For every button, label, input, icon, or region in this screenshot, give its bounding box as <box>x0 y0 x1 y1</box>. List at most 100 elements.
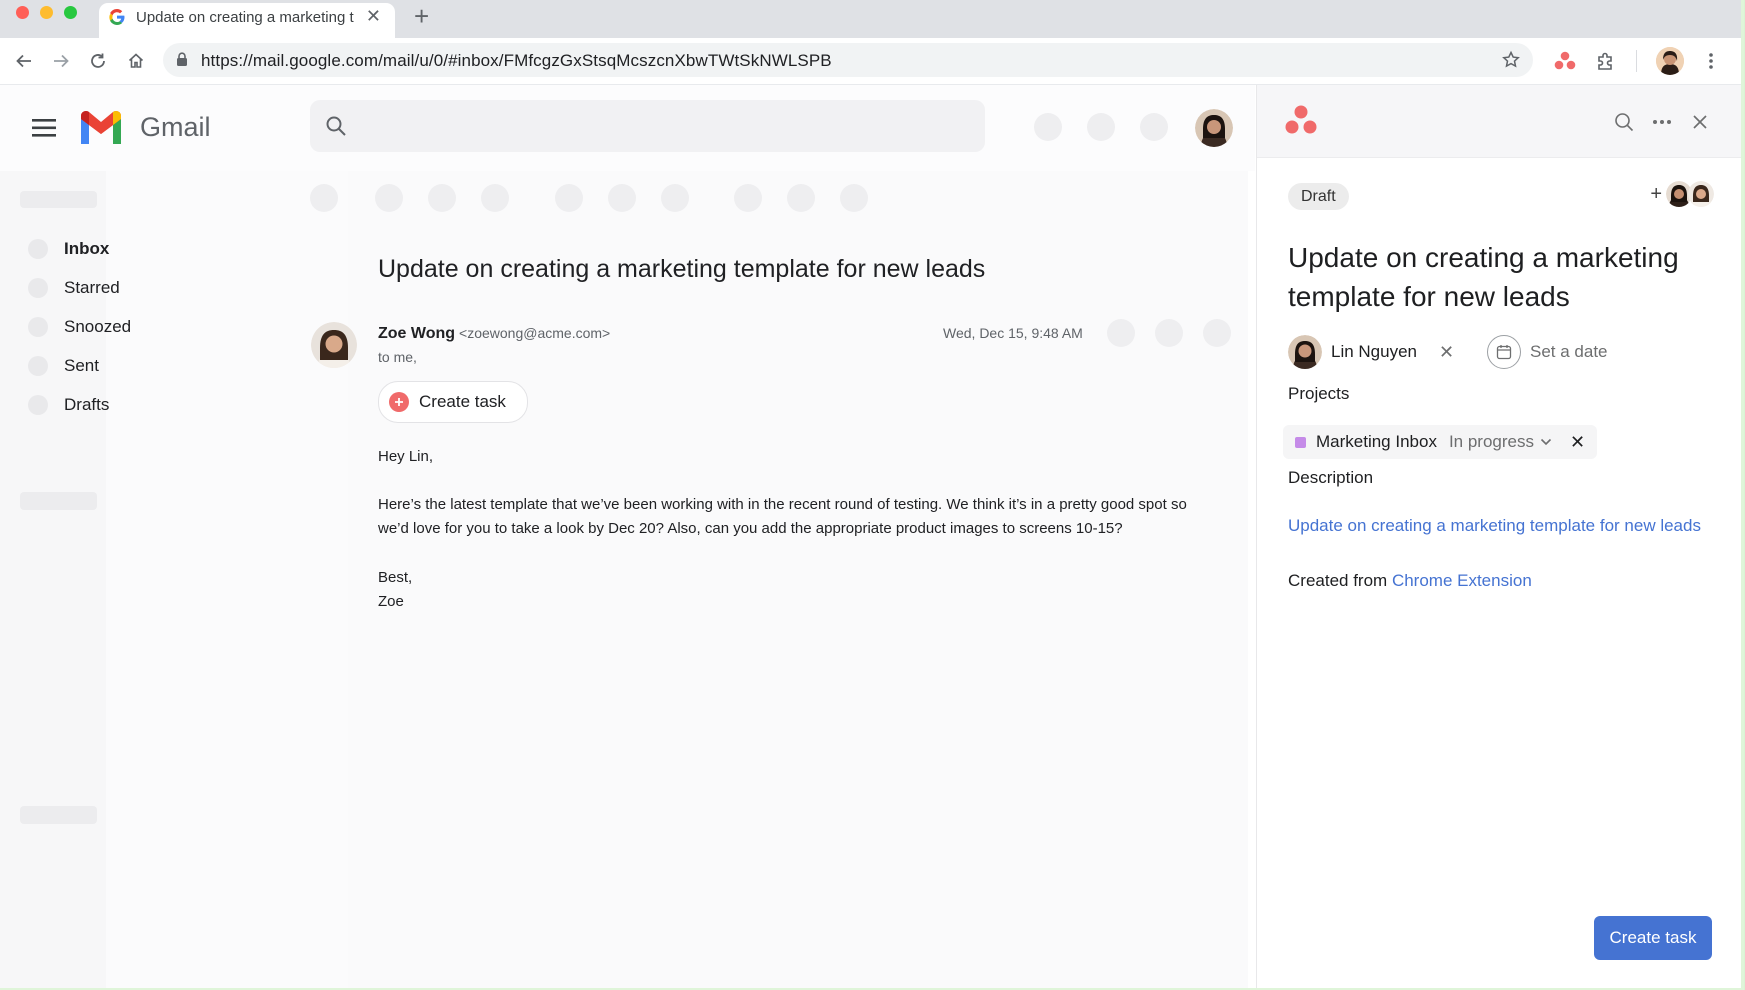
projects-label: Projects <box>1288 384 1350 403</box>
status-badge: Draft <box>1288 183 1349 210</box>
google-icon <box>109 9 125 25</box>
asana-logo-icon <box>1285 105 1317 134</box>
remove-assignee-icon[interactable]: ✕ <box>1439 342 1454 363</box>
sidebar-item-drafts[interactable]: Drafts <box>28 393 109 417</box>
email-subject: Update on creating a marketing template … <box>378 255 986 283</box>
draft-icon <box>28 395 48 415</box>
description-label: Description <box>1288 468 1374 487</box>
gmail-gutter <box>106 85 348 988</box>
search-icon[interactable] <box>1612 110 1636 134</box>
close-window-button[interactable] <box>16 6 29 19</box>
extensions-puzzle-icon[interactable] <box>1594 49 1618 73</box>
profile-avatar[interactable] <box>1656 47 1684 75</box>
sidebar-item-sent[interactable]: Sent <box>28 354 99 378</box>
compose-placeholder[interactable] <box>20 191 97 208</box>
browser-menu-icon[interactable] <box>1699 49 1723 73</box>
browser-tab[interactable]: Update on creating a marketing t ✕ <box>99 3 395 38</box>
sidebar-section-placeholder <box>20 806 97 824</box>
gmail-logo-icon <box>81 111 121 144</box>
add-collaborator-icon[interactable]: + <box>1650 183 1662 206</box>
toolbar-placeholder-icon[interactable] <box>608 184 636 212</box>
email-greeting: Hey Lin, <box>378 448 434 465</box>
sidebar-item-snoozed[interactable]: Snoozed <box>28 315 131 339</box>
minimize-window-button[interactable] <box>40 6 53 19</box>
forward-icon[interactable] <box>49 49 73 73</box>
toolbar-placeholder-icon[interactable] <box>555 184 583 212</box>
sidebar-item-label: Snoozed <box>64 317 132 336</box>
sidebar-item-starred[interactable]: Starred <box>28 276 120 300</box>
toolbar-placeholder-icon[interactable] <box>787 184 815 212</box>
message-action-icon[interactable] <box>1155 319 1183 347</box>
gmail-wordmark: Gmail <box>140 112 211 142</box>
close-icon[interactable] <box>1688 110 1712 134</box>
collaborator-avatar <box>1688 181 1714 207</box>
inbox-icon <box>28 239 48 259</box>
toolbar-placeholder-icon[interactable] <box>840 184 868 212</box>
message-action-icon[interactable] <box>1107 319 1135 347</box>
search-icon[interactable] <box>325 115 347 137</box>
url-text: https://mail.google.com/mail/u/0/#inbox/… <box>201 51 832 70</box>
toolbar-placeholder-icon[interactable] <box>734 184 762 212</box>
message-action-icon[interactable] <box>1203 319 1231 347</box>
project-status-select[interactable]: In progress <box>1449 432 1534 452</box>
plus-icon <box>389 392 409 412</box>
header-placeholder-icon[interactable] <box>1140 113 1168 141</box>
email-signature: Zoe <box>378 593 404 610</box>
remove-project-icon[interactable]: ✕ <box>1570 432 1585 453</box>
sidebar-item-inbox[interactable]: Inbox <box>28 237 109 261</box>
email-signoff: Best, <box>378 569 413 586</box>
recipient-line[interactable]: to me, <box>378 349 417 365</box>
tab-strip: Update on creating a marketing t ✕ + <box>0 0 1741 38</box>
gmail-app: Gmail Inbox Starred Snoozed Sent Drafts … <box>0 85 1255 988</box>
task-title[interactable]: Update on creating a marketing template … <box>1288 238 1718 316</box>
project-chip[interactable]: Marketing Inbox In progress ✕ <box>1283 425 1598 459</box>
project-color-icon <box>1295 436 1306 448</box>
reload-icon[interactable] <box>86 49 110 73</box>
collaborators[interactable]: + <box>1650 181 1714 207</box>
browser-window: Update on creating a marketing t ✕ + htt… <box>0 0 1744 990</box>
create-task-button[interactable]: Create task <box>1594 916 1712 960</box>
back-icon[interactable] <box>12 49 36 73</box>
toolbar-placeholder-icon[interactable] <box>428 184 456 212</box>
toolbar-placeholder-icon[interactable] <box>481 184 509 212</box>
email-body-line: we’d love for you to take a look by Dec … <box>378 520 1123 537</box>
created-from-prefix: Created from <box>1288 571 1388 590</box>
new-tab-button[interactable]: + <box>414 2 429 30</box>
sender-line: Zoe Wong <zoewong@acme.com> <box>378 325 610 343</box>
assignee-field[interactable]: Lin Nguyen ✕ <box>1288 335 1454 369</box>
toolbar-placeholder-icon[interactable] <box>310 184 338 212</box>
chevron-down-icon[interactable] <box>1540 433 1552 451</box>
main-menu-icon[interactable] <box>32 119 56 142</box>
description-link[interactable]: Update on creating a marketing template … <box>1288 516 1701 536</box>
due-date-field[interactable]: Set a date <box>1487 335 1608 369</box>
toolbar-placeholder-icon[interactable] <box>375 184 403 212</box>
project-name: Marketing Inbox <box>1316 432 1437 451</box>
sender-name[interactable]: Zoe Wong <box>378 325 455 342</box>
header-placeholder-icon[interactable] <box>1034 113 1062 141</box>
email-timestamp: Wed, Dec 15, 9:48 AM <box>943 325 1083 341</box>
maximize-window-button[interactable] <box>64 6 77 19</box>
sender-email: <zoewong@acme.com> <box>459 325 611 341</box>
browser-toolbar: https://mail.google.com/mail/u/0/#inbox/… <box>0 38 1741 85</box>
tab-close-icon[interactable]: ✕ <box>366 6 381 27</box>
more-options-icon[interactable] <box>1650 110 1674 134</box>
search-input[interactable] <box>310 100 985 152</box>
create-task-chip-button[interactable]: Create task <box>378 381 528 423</box>
sidebar-item-label: Sent <box>64 356 99 375</box>
asana-extension-icon[interactable] <box>1553 49 1577 73</box>
home-icon[interactable] <box>124 49 148 73</box>
lock-icon <box>177 52 187 66</box>
toolbar-placeholder-icon[interactable] <box>661 184 689 212</box>
header-placeholder-icon[interactable] <box>1087 113 1115 141</box>
sidebar-item-label: Starred <box>64 278 120 297</box>
bookmark-star-icon[interactable] <box>1501 50 1521 70</box>
sender-avatar[interactable] <box>311 322 357 368</box>
chrome-extension-link[interactable]: Chrome Extension <box>1392 571 1532 590</box>
calendar-icon <box>1487 335 1521 369</box>
asana-header <box>1257 85 1741 158</box>
due-date-placeholder: Set a date <box>1530 342 1608 361</box>
toolbar-divider <box>1636 50 1637 72</box>
gmail-account-avatar[interactable] <box>1195 109 1233 147</box>
address-bar[interactable]: https://mail.google.com/mail/u/0/#inbox/… <box>163 43 1533 77</box>
gmail-sidebar <box>0 85 106 988</box>
